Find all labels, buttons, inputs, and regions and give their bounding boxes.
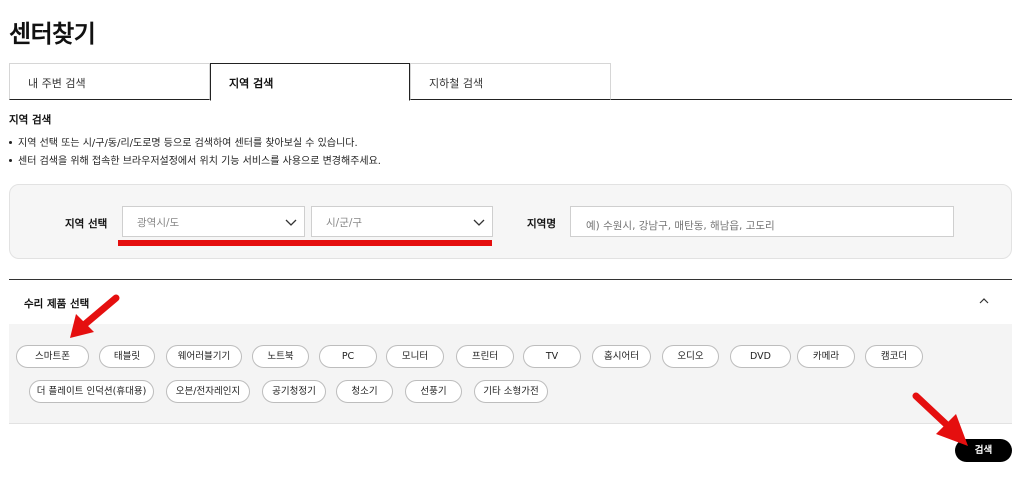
- region-name-label: 지역명: [527, 218, 556, 230]
- product-chip[interactable]: 모니터: [386, 345, 444, 368]
- bullet-icon: [9, 158, 12, 162]
- description-line: 센터 검색을 위해 접속한 브라우저설정에서 위치 기능 서비스를 사용으로 변…: [9, 152, 381, 167]
- bullet-icon: [9, 140, 12, 144]
- description-text: 센터 검색을 위해 접속한 브라우저설정에서 위치 기능 서비스를 사용으로 변…: [18, 156, 381, 167]
- chevron-up-icon[interactable]: [978, 295, 990, 307]
- city-select[interactable]: 시/군/구: [311, 206, 493, 237]
- search-tabs: 내 주변 검색 지역 검색 지하철 검색: [9, 63, 1012, 101]
- product-chip[interactable]: 홈시어터: [592, 345, 651, 368]
- product-chip[interactable]: 선풍기: [405, 380, 462, 403]
- product-chip[interactable]: 노트북: [252, 345, 309, 368]
- product-chip[interactable]: 더 플레이트 인덕션(휴대용): [29, 380, 154, 403]
- product-chip[interactable]: 캠코더: [865, 345, 923, 368]
- product-section-header[interactable]: 수리 제품 선택: [9, 279, 1012, 324]
- product-chip[interactable]: 기타 소형가전: [474, 380, 548, 403]
- tab-nearby[interactable]: 내 주변 검색: [9, 63, 210, 100]
- product-chip[interactable]: 태블릿: [99, 345, 155, 368]
- product-chip[interactable]: 오디오: [662, 345, 719, 368]
- page-title: 센터찾기: [9, 20, 96, 48]
- red-highlight-underline: [118, 240, 492, 246]
- region-search-heading: 지역 검색: [9, 114, 52, 126]
- product-chip[interactable]: 웨어러블기기: [166, 345, 242, 368]
- product-chip[interactable]: 프린터: [456, 345, 514, 368]
- product-chip[interactable]: DVD: [730, 345, 791, 368]
- product-chip[interactable]: 스마트폰: [16, 345, 89, 368]
- product-chip[interactable]: 오븐/전자레인지: [166, 380, 250, 403]
- product-chip[interactable]: 공기청정기: [262, 380, 326, 403]
- description-text: 지역 선택 또는 시/구/동/리/도로명 등으로 검색하여 센터를 찾아보실 수…: [18, 138, 358, 149]
- description-line: 지역 선택 또는 시/구/동/리/도로명 등으로 검색하여 센터를 찾아보실 수…: [9, 134, 358, 149]
- product-chip[interactable]: PC: [319, 345, 377, 368]
- red-arrow-icon: [70, 294, 120, 338]
- province-select[interactable]: 광역시/도: [122, 206, 305, 237]
- product-chip[interactable]: 카메라: [797, 345, 855, 368]
- region-name-input[interactable]: [570, 206, 954, 237]
- province-select-value: 광역시/도: [137, 217, 180, 229]
- product-chip[interactable]: 청소기: [336, 380, 393, 403]
- red-arrow-icon: [912, 392, 968, 446]
- product-chip[interactable]: TV: [523, 345, 581, 368]
- tab-region[interactable]: 지역 검색: [210, 63, 410, 101]
- product-panel: 스마트폰 태블릿 웨어러블기기 노트북 PC 모니터 프린터 TV 홈시어터 오…: [9, 324, 1012, 424]
- region-select-label: 지역 선택: [65, 218, 108, 230]
- tab-subway[interactable]: 지하철 검색: [410, 63, 611, 100]
- city-select-value: 시/군/구: [326, 217, 363, 229]
- chevron-down-icon: [473, 219, 485, 226]
- chevron-down-icon: [285, 219, 297, 226]
